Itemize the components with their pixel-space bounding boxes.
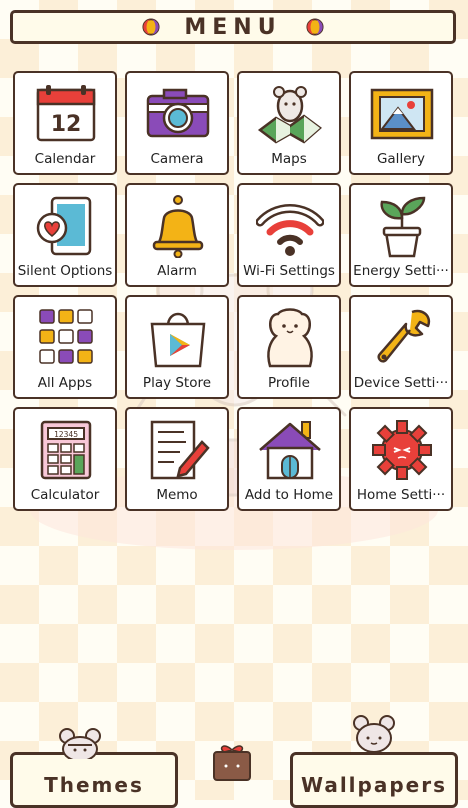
app-play-store[interactable]: Play Store [125,295,229,399]
app-wifi-settings[interactable]: Wi-Fi Settings [237,183,341,287]
calendar-icon: 12 [36,85,96,142]
menu-header: MENU [10,10,456,44]
mouse-mascot-icon [59,728,101,759]
all-apps-icon [39,309,93,364]
gift-box-icon [213,745,251,781]
calendar-date: 12 [51,112,82,137]
app-label: All Apps [37,375,93,391]
gear-icon [372,420,432,480]
app-calendar[interactable]: 12 Calendar [13,71,117,175]
gallery-icon [370,88,434,140]
wifi-icon [256,204,324,256]
app-label: Gallery [376,151,426,167]
app-label: Play Store [142,375,212,391]
app-label: Alarm [157,263,197,279]
app-alarm[interactable]: Alarm [125,183,229,287]
wrench-icon [377,309,431,363]
app-label: Device Setti··· [353,375,449,391]
app-profile[interactable]: Profile [237,295,341,399]
app-label: Camera [150,151,204,167]
page-title: MENU [184,14,282,40]
decorative-ball-icon [142,18,160,36]
calculator-display: 12345 [54,430,78,439]
maps-icon [257,86,322,144]
profile-icon [267,308,313,368]
app-device-settings[interactable]: Device Setti··· [349,295,453,399]
app-all-apps[interactable]: All Apps [13,295,117,399]
app-maps[interactable]: Maps [237,71,341,175]
app-label: Calendar [34,151,96,167]
plant-icon [380,196,426,258]
app-label: Maps [271,151,307,167]
decorative-ball-icon [306,18,324,36]
themes-label: Themes [44,773,144,797]
camera-icon [146,88,210,138]
app-calculator[interactable]: 12345 Calculator [13,407,117,511]
app-silent-options[interactable]: Silent Options [13,183,117,287]
app-energy-settings[interactable]: Energy Setti··· [349,183,453,287]
silent-options-icon [36,196,92,256]
house-icon [259,421,321,480]
app-memo[interactable]: Memo [125,407,229,511]
app-camera[interactable]: Camera [125,71,229,175]
mouse-mascot-icon [353,715,395,753]
app-label: Wi-Fi Settings [243,263,335,279]
app-add-to-home[interactable]: Add to Home [237,407,341,511]
app-gallery[interactable]: Gallery [349,71,453,175]
app-label: Calculator [30,487,100,503]
app-label: Profile [268,375,310,391]
app-label: Memo [156,487,198,503]
app-label: Home Setti··· [356,487,446,503]
wallpapers-label: Wallpapers [300,773,447,797]
memo-icon [150,420,210,480]
app-home-settings[interactable]: Home Setti··· [349,407,453,511]
play-store-icon [150,312,206,368]
app-label: Energy Setti··· [353,263,449,279]
app-grid: 12 Calendar Camera Maps Gallery Silent O… [13,71,457,511]
calculator-icon: 12345 [40,420,92,480]
app-label: Add to Home [244,487,334,503]
bell-icon [152,195,204,258]
app-label: Silent Options [17,263,113,279]
